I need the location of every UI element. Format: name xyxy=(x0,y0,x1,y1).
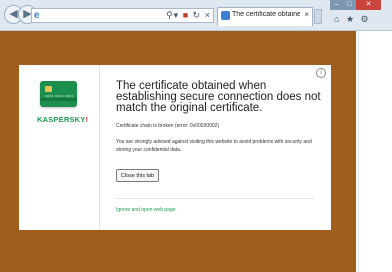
card-strip xyxy=(40,98,77,101)
new-tab-button[interactable] xyxy=(314,9,322,24)
ie-logo-icon: e xyxy=(34,10,40,21)
divider xyxy=(116,198,314,199)
browser-chrome: ◀ ▶ e ⚲▾ ■ ↻ × The certificate obtaine..… xyxy=(0,0,392,31)
address-tools: ⚲▾ ■ ↻ × xyxy=(166,9,211,22)
tab-close-icon[interactable]: × xyxy=(304,10,309,19)
ignore-and-open-link[interactable]: Ignore and open web page xyxy=(116,207,176,213)
gear-icon[interactable]: ⚙ xyxy=(361,14,369,24)
home-icon[interactable]: ⌂ xyxy=(334,14,339,24)
chain-error-text: Certificate chain is broken (error: 0x00… xyxy=(116,123,220,129)
card-chip xyxy=(45,86,52,92)
advice-text: You are strongly advised against visitin… xyxy=(116,139,312,153)
close-icon[interactable]: × xyxy=(205,9,211,22)
tab-certificate-error[interactable]: The certificate obtaine... × xyxy=(217,7,313,26)
warning-title: The certificate obtained when establishi… xyxy=(116,80,321,114)
window-close-button[interactable]: ✕ xyxy=(356,0,381,10)
brand-column: 0000 0000 0000 KASPERSKY! xyxy=(19,65,100,230)
address-bar[interactable]: e ⚲▾ ■ ↻ × xyxy=(31,8,214,23)
ie-page-icon xyxy=(221,11,230,20)
info-icon[interactable]: i xyxy=(316,68,326,78)
page-content: 0000 0000 0000 KASPERSKY! i The certific… xyxy=(0,31,356,272)
minimize-button[interactable]: – xyxy=(330,0,343,10)
lock-icon[interactable]: ■ xyxy=(183,9,189,22)
command-icons: ⌂ ★ ⚙ xyxy=(334,14,373,25)
credit-card-icon: 0000 0000 0000 xyxy=(40,81,77,107)
refresh-icon[interactable]: ↻ xyxy=(193,9,202,22)
tab-title: The certificate obtaine... xyxy=(232,11,300,18)
close-tab-button[interactable]: Close this tab xyxy=(116,169,159,182)
search-dropdown-icon[interactable]: ⚲▾ xyxy=(166,9,179,22)
kaspersky-logo: KASPERSKY! xyxy=(37,115,89,124)
right-margin xyxy=(356,31,392,272)
maximize-button[interactable]: □ xyxy=(343,0,356,10)
certificate-warning-panel: 0000 0000 0000 KASPERSKY! i The certific… xyxy=(19,65,331,230)
favorites-star-icon[interactable]: ★ xyxy=(346,14,354,24)
